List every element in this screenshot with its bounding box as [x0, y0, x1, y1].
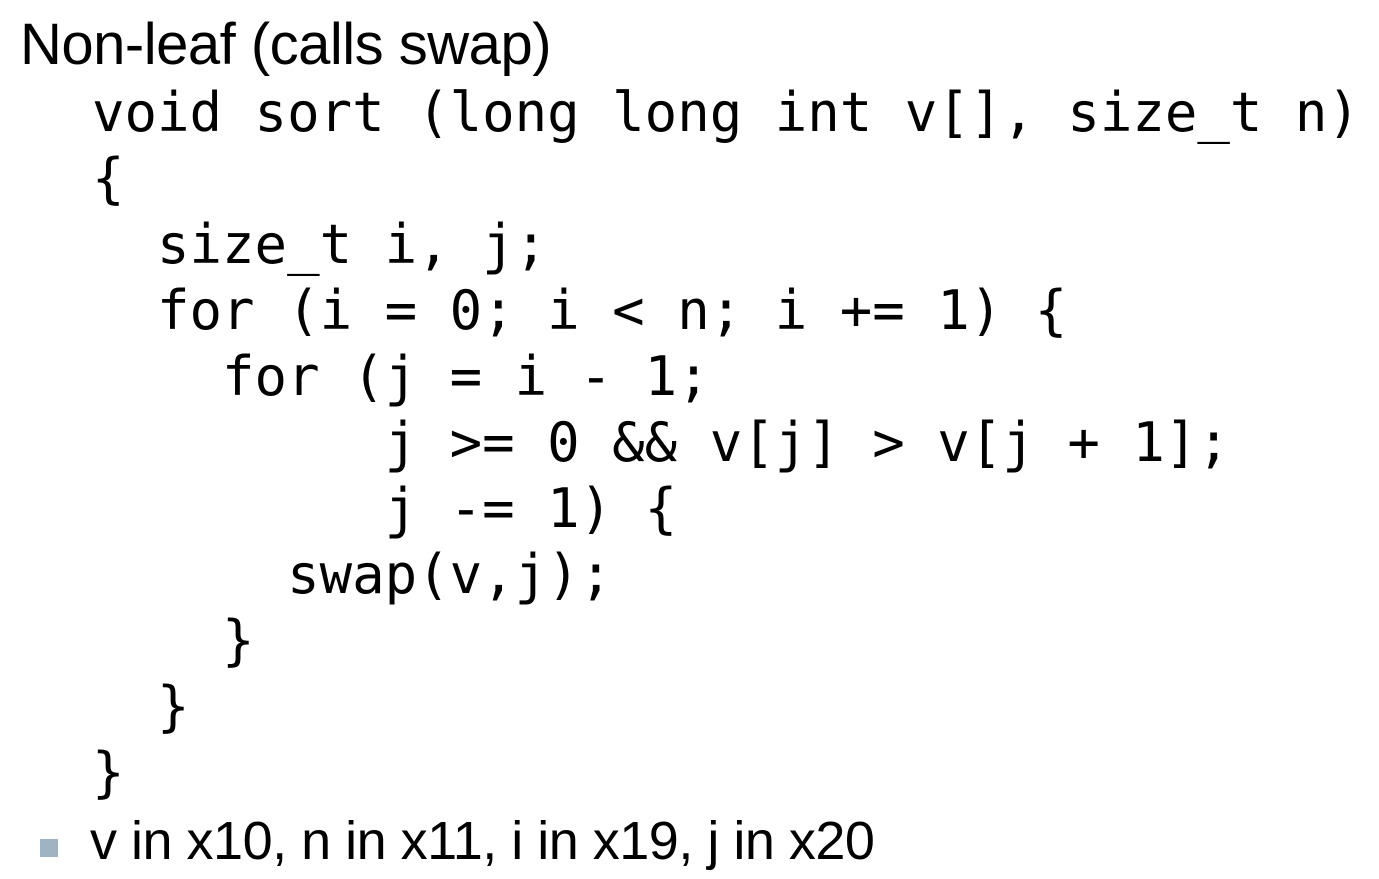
code-line: j -= 1) { [92, 477, 678, 540]
bullet-item: v in x10, n in x11, i in x19, j in x20 [40, 808, 875, 874]
code-line: void sort (long long int v[], size_t n) [92, 81, 1360, 144]
code-line: } [92, 675, 190, 738]
code-line: } [92, 741, 125, 804]
code-line: for (i = 0; i < n; i += 1) { [92, 279, 1068, 342]
slide-title: Non-leaf (calls swap) [20, 12, 552, 77]
code-line: size_t i, j; [92, 213, 548, 276]
code-line: swap(v,j); [92, 543, 613, 606]
code-line: for (j = i - 1; [92, 345, 710, 408]
code-block: void sort (long long int v[], size_t n){… [92, 80, 1360, 806]
code-line: { [92, 147, 125, 210]
square-bullet-icon [40, 839, 58, 857]
bullet-text: v in x10, n in x11, i in x19, j in x20 [90, 811, 875, 871]
code-line: } [92, 609, 255, 672]
code-line: j >= 0 && v[j] > v[j + 1]; [92, 411, 1230, 474]
